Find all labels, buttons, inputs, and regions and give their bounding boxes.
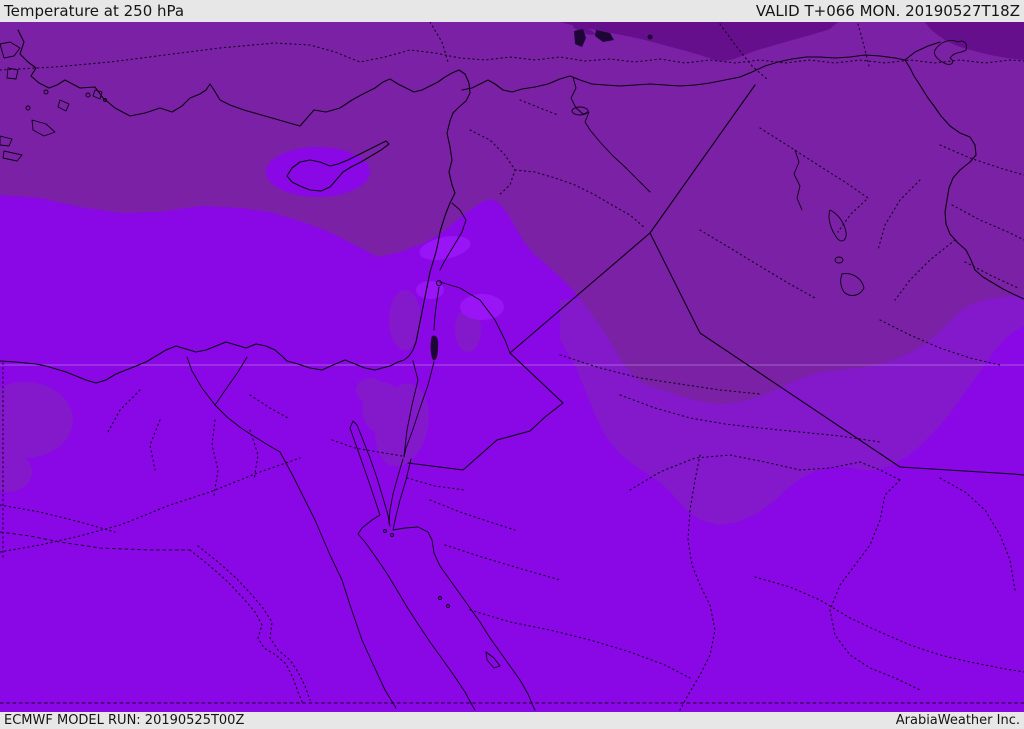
weather-map-canvas xyxy=(0,21,1024,712)
temp-region-warm-cyprus-patch xyxy=(266,147,370,197)
map-title: Temperature at 250 hPa xyxy=(4,2,185,20)
footer-bar: ECMWF MODEL RUN: 20190525T00Z ArabiaWeat… xyxy=(0,712,1024,729)
model-run-label: ECMWF MODEL RUN: 20190525T00Z xyxy=(4,713,245,728)
header-bar: Temperature at 250 hPa VALID T+066 MON. … xyxy=(0,0,1024,22)
valid-time-label: VALID T+066 MON. 20190527T18Z xyxy=(755,2,1020,20)
branding-label: ArabiaWeather Inc. xyxy=(895,713,1020,728)
